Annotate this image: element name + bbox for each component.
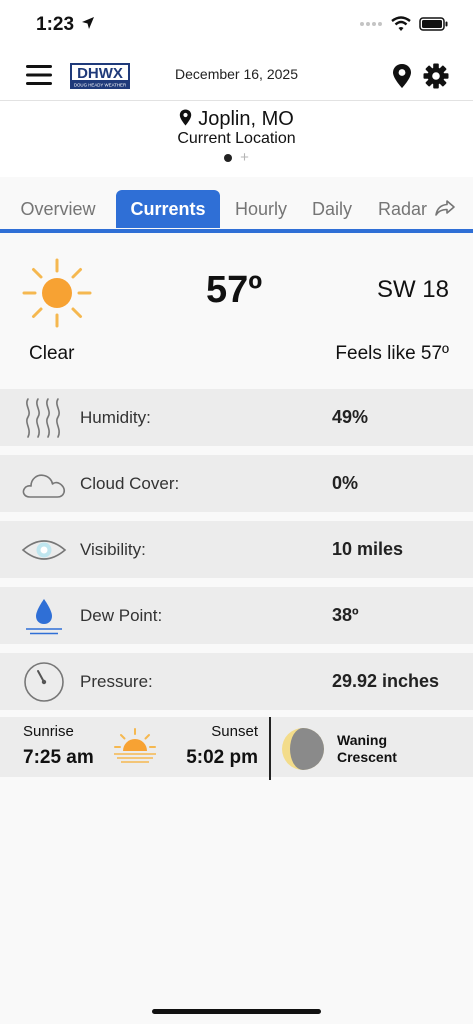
home-indicator[interactable] [152,1009,321,1014]
current-temperature: 57º [206,269,263,311]
humidity-icon [26,398,60,438]
visibility-label: Visibility: [80,540,146,559]
moon-phase-line1: Waning [337,732,388,748]
moon-phase-text: Waning Crescent [337,732,397,766]
add-location-icon[interactable]: + [240,150,249,165]
location-title[interactable]: Joplin, MO [0,108,473,131]
status-bar: 1:23 [0,0,473,50]
page-indicator[interactable]: + [0,150,473,165]
moon-phase-line2: Crescent [337,749,397,765]
humidity-label: Humidity: [80,408,151,427]
page-dot-active[interactable] [224,154,233,162]
humidity-value: 49% [332,407,369,427]
pressure-gauge-icon [24,662,64,702]
tab-radar[interactable]: Radar [372,190,462,228]
water-drop-icon [26,599,62,635]
app-header: DHWX DOUG HEADY WEATHER December 16, 202… [0,50,473,100]
metric-row-visibility: Visibility: 10 miles [0,521,473,578]
cloud-cover-label: Cloud Cover: [80,474,180,493]
astro-divider [269,717,271,780]
current-conditions: 57º SW 18 Clear Feels like 57º [0,233,473,383]
share-icon [435,200,455,216]
location-name: Joplin, MO [198,108,294,130]
tab-overview[interactable]: Overview [10,190,106,228]
metric-row-dew-point: Dew Point: 38º [0,587,473,644]
tab-daily[interactable]: Daily [304,190,360,228]
status-icons [359,16,449,32]
logo-subtext: DOUG HEADY WEATHER [74,83,126,88]
sunrise-label: Sunrise [23,723,74,740]
tab-hourly[interactable]: Hourly [228,190,294,228]
wind-speed: SW 18 [376,276,449,303]
signal-icon [360,22,382,26]
metric-row-humidity: Humidity: 49% [0,389,473,446]
pressure-value: 29.92 inches [332,671,440,691]
cloud-icon [22,474,66,498]
eye-icon [21,540,67,560]
sun-icon [22,258,92,328]
feels-like: Feels like 57º [335,343,449,364]
location-subtitle: Current Location [177,130,296,147]
moon-phase-icon [282,728,324,770]
dew-point-value: 38º [332,605,359,625]
tab-currents[interactable]: Currents [116,190,220,228]
metric-row-cloud-cover: Cloud Cover: 0% [0,455,473,512]
sunset-label: Sunset [211,723,258,740]
map-pin-icon[interactable] [391,63,413,89]
battery-icon [419,17,448,31]
gear-icon[interactable] [423,63,449,89]
tab-radar-label: Radar [377,199,427,219]
tab-bar: Overview Currents Hourly Daily Radar [0,190,473,230]
location-arrow-icon [82,17,95,29]
dew-point-label: Dew Point: [80,606,163,625]
condition-text: Clear [29,343,75,364]
map-pin-icon [180,109,192,126]
status-time: 1:23 [36,14,95,36]
sunset-time: 5:02 pm [186,747,258,768]
location-bar: Joplin, MO Current Location + [0,100,473,177]
astro-row: Sunrise 7:25 am Sunset 5:02 pm Waning Cr… [0,717,473,780]
sunrise-time: 7:25 am [23,747,94,768]
cloud-cover-value: 0% [332,473,359,493]
pressure-label: Pressure: [80,672,153,691]
metric-row-pressure: Pressure: 29.92 inches [0,653,473,710]
wifi-icon [391,16,411,31]
visibility-value: 10 miles [332,539,404,559]
sunset-horizon-icon [114,728,156,763]
